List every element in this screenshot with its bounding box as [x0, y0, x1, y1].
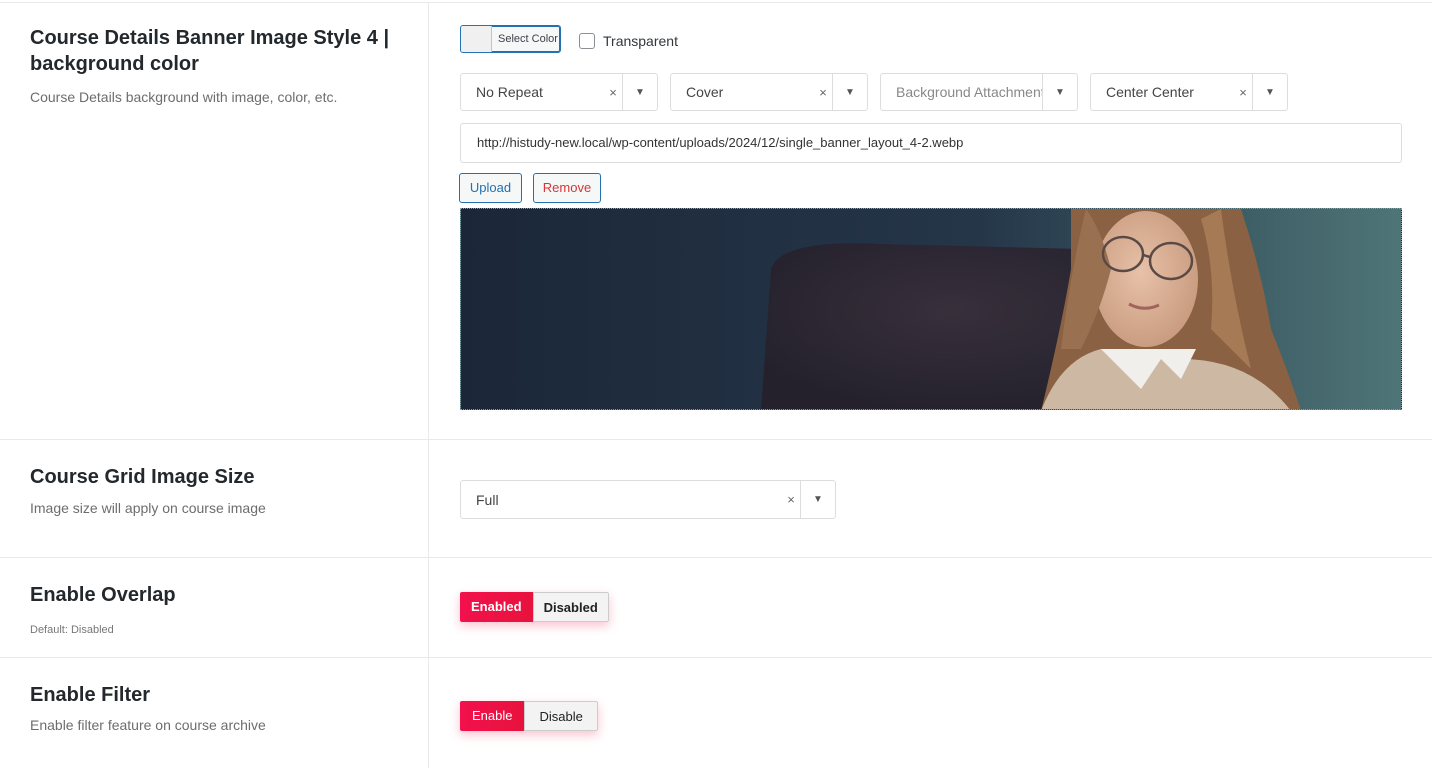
grid-image-description: Image size will apply on course image [30, 500, 266, 516]
close-icon[interactable]: × [814, 85, 832, 100]
banner-title: Course Details Banner Image Style 4 | ba… [30, 27, 390, 75]
filter-field-column: Enable Disable [429, 658, 1432, 768]
chevron-down-icon[interactable]: ▼ [622, 74, 657, 110]
transparent-label: Transparent [603, 33, 678, 49]
overlap-enabled-button[interactable]: Enabled [460, 592, 533, 622]
filter-label-column: Enable Filter Enable filter feature on c… [0, 658, 429, 768]
filter-description: Enable filter feature on course archive [30, 717, 266, 733]
banner-label-column: Course Details Banner Image Style 4 | ba… [0, 3, 429, 439]
select-color-button[interactable]: Select Color [460, 25, 561, 53]
banner-description: Course Details background with image, co… [30, 89, 338, 105]
banner-field-column: Select Color Transparent No Repeat × ▼ C… [429, 3, 1432, 439]
upload-button[interactable]: Upload [459, 173, 522, 203]
filter-enable-button[interactable]: Enable [460, 701, 525, 731]
background-repeat-value: No Repeat [476, 84, 543, 100]
overlap-disabled-button[interactable]: Disabled [532, 592, 609, 622]
transparent-option[interactable]: Transparent [579, 33, 678, 49]
close-icon[interactable]: × [1234, 85, 1252, 100]
grid-image-size-row: Course Grid Image Size Image size will a… [0, 440, 1432, 558]
overlap-title: Enable Overlap [30, 584, 176, 606]
grid-image-label-column: Course Grid Image Size Image size will a… [0, 440, 429, 557]
banner-photo [461, 209, 1401, 409]
grid-image-size-select[interactable]: Full × ▼ [460, 480, 836, 519]
enable-filter-row: Enable Filter Enable filter feature on c… [0, 658, 1432, 768]
filter-title: Enable Filter [30, 684, 151, 706]
overlap-field-column: Enabled Disabled [429, 558, 1432, 657]
background-position-select[interactable]: Center Center × ▼ [1090, 73, 1288, 111]
grid-image-field-column: Full × ▼ [429, 440, 1432, 557]
background-repeat-select[interactable]: No Repeat × ▼ [460, 73, 658, 111]
enable-overlap-row: Enable Overlap Default: Disabled Enabled… [0, 558, 1432, 658]
banner-setting-row: Course Details Banner Image Style 4 | ba… [0, 2, 1432, 440]
select-color-label: Select Color [498, 33, 558, 45]
overlap-label-column: Enable Overlap Default: Disabled [0, 558, 429, 657]
banner-image-preview [460, 208, 1402, 410]
chevron-down-icon[interactable]: ▼ [832, 74, 867, 110]
grid-image-title: Course Grid Image Size [30, 466, 255, 488]
chevron-down-icon[interactable]: ▼ [1042, 74, 1077, 110]
background-attachment-select[interactable]: Background Attachment ▼ [880, 73, 1078, 111]
background-attachment-placeholder: Background Attachment [896, 84, 1042, 100]
filter-disable-button[interactable]: Disable [524, 701, 598, 731]
background-position-value: Center Center [1106, 84, 1194, 100]
remove-button[interactable]: Remove [533, 173, 601, 203]
background-image-url-input[interactable]: http://histudy-new.local/wp-content/uplo… [460, 123, 1402, 163]
color-swatch [461, 26, 492, 52]
overlap-toggle-group: Enabled Disabled [460, 592, 609, 622]
close-icon[interactable]: × [604, 85, 622, 100]
background-size-value: Cover [686, 84, 724, 100]
grid-image-size-value: Full [476, 491, 499, 508]
chevron-down-icon[interactable]: ▼ [800, 481, 835, 518]
background-size-select[interactable]: Cover × ▼ [670, 73, 868, 111]
overlap-default-text: Default: Disabled [30, 624, 114, 636]
filter-toggle-group: Enable Disable [460, 701, 598, 731]
close-icon[interactable]: × [782, 492, 800, 507]
chevron-down-icon[interactable]: ▼ [1252, 74, 1287, 110]
transparent-checkbox[interactable] [579, 33, 595, 49]
